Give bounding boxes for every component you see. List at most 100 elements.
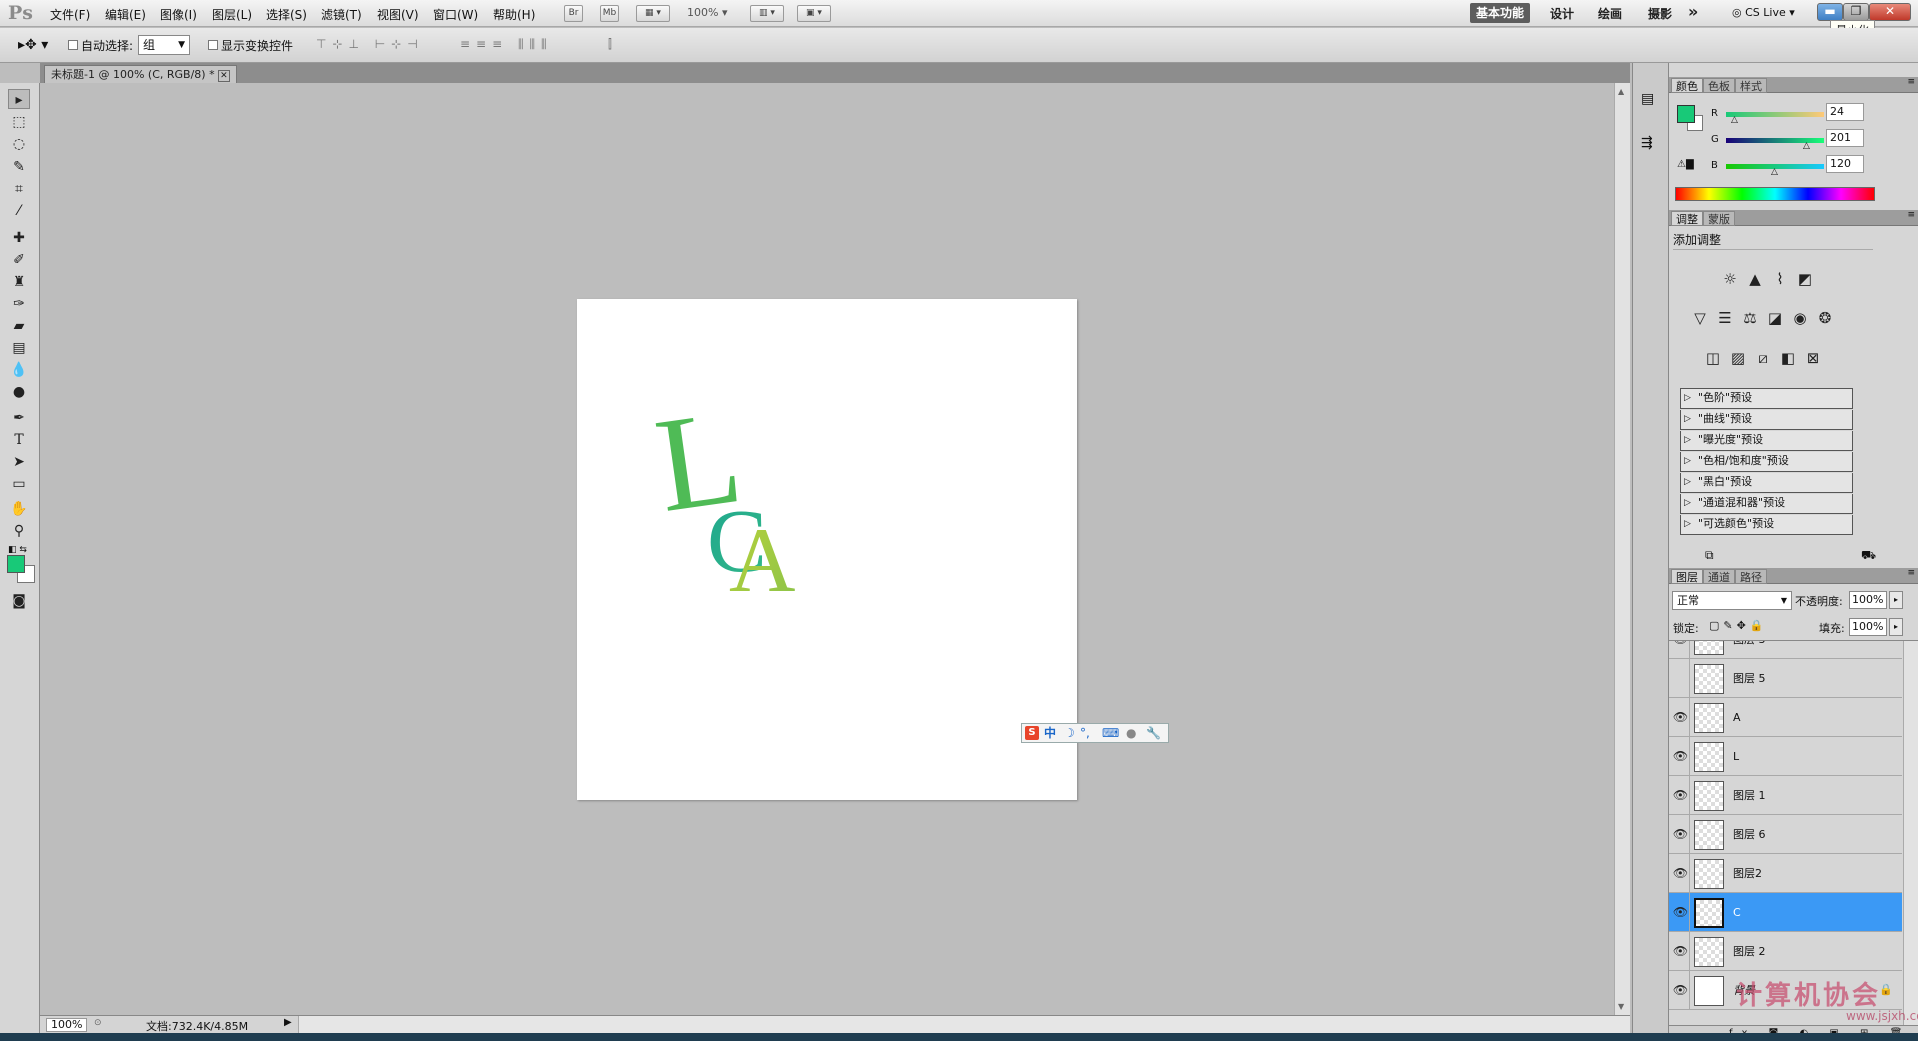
opacity-slider-button[interactable]: ▸ (1889, 591, 1903, 609)
preset-hue-saturation[interactable]: "色相/饱和度"预设 (1680, 452, 1853, 472)
hue-saturation-icon[interactable]: ☰ (1714, 307, 1736, 329)
show-transform-checkbox[interactable] (208, 40, 218, 50)
hand-tool-icon[interactable]: ✋ (8, 499, 30, 519)
fill-slider-button[interactable]: ▸ (1889, 618, 1903, 636)
arrange-documents-button[interactable]: ▥ ▾ (750, 5, 784, 22)
layer-row[interactable]: 👁 图层 3 (1669, 641, 1902, 659)
eraser-tool-icon[interactable]: ▰ (8, 316, 30, 336)
clone-stamp-tool-icon[interactable]: ♜ (8, 272, 30, 292)
curves-icon[interactable]: ⌇ (1769, 268, 1791, 290)
menu-layer[interactable]: 图层(L) (212, 6, 252, 23)
menu-edit[interactable]: 编辑(E) (105, 6, 146, 23)
menu-filter[interactable]: 滤镜(T) (321, 6, 362, 23)
default-colors-icon[interactable]: ◧ ⇆ (8, 545, 27, 555)
bridge-button[interactable]: Br (564, 5, 583, 22)
ime-keyboard-icon[interactable]: ⌨ (1102, 724, 1119, 742)
eye-icon-hidden[interactable] (1672, 659, 1690, 698)
path-select-tool-icon[interactable]: ➤ (8, 452, 30, 472)
panel-menu-icon[interactable]: ≡ (1907, 77, 1915, 87)
layer-row[interactable]: 👁 L (1669, 737, 1902, 776)
r-slider[interactable] (1726, 112, 1824, 117)
b-slider-handle[interactable]: △ (1771, 167, 1778, 177)
eye-icon[interactable]: 👁 (1672, 776, 1690, 815)
gradient-tool-icon[interactable]: ▤ (8, 338, 30, 358)
tab-masks[interactable]: 蒙版 (1703, 211, 1735, 226)
layer-row[interactable]: 👁 图层 2 (1669, 932, 1902, 971)
layer-row[interactable]: 👁 图层2 (1669, 854, 1902, 893)
threshold-icon[interactable]: ⧄ (1752, 347, 1774, 369)
restore-button[interactable]: ❐ (1843, 3, 1869, 21)
brush-tool-icon[interactable]: ✐ (8, 250, 30, 270)
close-tab-icon[interactable]: ✕ (218, 70, 230, 82)
minibridge-button[interactable]: Mb (600, 5, 619, 22)
eye-icon[interactable]: 👁 (1672, 815, 1690, 854)
gradient-map-icon[interactable]: ◧ (1777, 347, 1799, 369)
dodge-tool-icon[interactable]: ● (8, 382, 30, 402)
eye-icon[interactable]: 👁 (1672, 893, 1690, 932)
menu-select[interactable]: 选择(S) (266, 6, 307, 23)
tab-channels[interactable]: 通道 (1703, 569, 1735, 584)
quick-select-tool-icon[interactable]: ✎ (8, 157, 30, 177)
layer-row[interactable]: 👁 图层 1 (1669, 776, 1902, 815)
quick-mask-icon[interactable]: ◙ (8, 591, 30, 611)
auto-align-icon[interactable]: ⫿ (608, 37, 612, 52)
panel-menu-icon[interactable]: ≡ (1907, 210, 1915, 220)
preset-levels[interactable]: "色阶"预设 (1680, 389, 1853, 409)
distribute-buttons-group[interactable]: ≡≡≡ ⫼⫼⫼ (460, 37, 553, 52)
history-brush-tool-icon[interactable]: ✑ (8, 294, 30, 314)
menu-view[interactable]: 视图(V) (377, 6, 419, 23)
r-slider-handle[interactable]: △ (1731, 115, 1738, 125)
tab-layers[interactable]: 图层 (1671, 569, 1703, 584)
zoom-tool-icon[interactable]: ⚲ (8, 521, 30, 541)
eyedropper-tool-icon[interactable]: ⁄ (8, 201, 30, 221)
move-tool-preset-icon[interactable]: ▸✥ ▾ (18, 37, 48, 53)
lasso-tool-icon[interactable]: ◌ (8, 134, 30, 154)
preset-channel-mixer[interactable]: "通道混和器"预设 (1680, 494, 1853, 514)
auto-select-dropdown[interactable]: 组 ▼ (138, 35, 190, 55)
invert-icon[interactable]: ◫ (1702, 347, 1724, 369)
color-balance-icon[interactable]: ⚖ (1739, 307, 1761, 329)
actions-panel-icon[interactable]: ⇶ (1641, 135, 1653, 151)
posterize-icon[interactable]: ▨ (1727, 347, 1749, 369)
ime-toolbar[interactable]: S 中 ☽ °, ⌨ ● 🔧 (1021, 723, 1169, 743)
adjust-options-icon[interactable]: ⛟ (1861, 548, 1876, 564)
fill-input[interactable]: 100% (1849, 618, 1887, 636)
levels-icon[interactable]: ▲ (1744, 268, 1766, 290)
tab-adjustments[interactable]: 调整 (1671, 211, 1703, 226)
document-canvas[interactable]: L C A (577, 299, 1077, 800)
layer-row-selected[interactable]: 👁 C (1669, 893, 1902, 932)
brightness-icon[interactable]: ☼ (1719, 268, 1741, 290)
layer-row[interactable]: 图层 5 (1669, 659, 1902, 698)
eye-icon[interactable]: 👁 (1672, 641, 1690, 659)
layers-scrollbar[interactable] (1903, 641, 1918, 1025)
more-workspaces-button[interactable]: » (1688, 2, 1698, 21)
preset-selective-color[interactable]: "可选颜色"预设 (1680, 515, 1853, 535)
shape-tool-icon[interactable]: ▭ (8, 474, 30, 494)
workspace-photography[interactable]: 摄影 (1648, 5, 1672, 22)
move-tool-icon[interactable]: ▸ (8, 89, 30, 109)
panel-menu-icon[interactable]: ≡ (1907, 568, 1915, 578)
eye-icon[interactable]: 👁 (1672, 854, 1690, 893)
menu-help[interactable]: 帮助(H) (493, 6, 535, 23)
tab-color[interactable]: 颜色 (1671, 78, 1703, 93)
preset-curves[interactable]: "曲线"预设 (1680, 410, 1853, 430)
status-zoom[interactable]: 100% (46, 1018, 88, 1032)
history-panel-icon[interactable]: ▤ (1641, 91, 1654, 107)
g-value-input[interactable]: 201 (1826, 129, 1864, 147)
eye-icon[interactable]: 👁 (1672, 971, 1690, 1010)
healing-brush-tool-icon[interactable]: ✚ (8, 228, 30, 248)
document-tab[interactable]: 未标题-1 @ 100% (C, RGB/8) * ✕ (44, 65, 237, 83)
menu-image[interactable]: 图像(I) (160, 6, 197, 23)
r-value-input[interactable]: 24 (1826, 103, 1864, 121)
view-extras-button[interactable]: ▦ ▾ (636, 5, 670, 22)
scroll-down-icon[interactable]: ▼ (1618, 1002, 1624, 1011)
scroll-up-icon[interactable]: ▲ (1618, 87, 1624, 96)
status-options-icon[interactable]: ⊙ (94, 1018, 102, 1028)
type-tool-icon[interactable]: T (8, 430, 30, 450)
vertical-scrollbar[interactable]: ▲ ▼ (1614, 83, 1630, 1015)
crop-tool-icon[interactable]: ⌗ (8, 179, 30, 199)
tab-swatches[interactable]: 色板 (1703, 78, 1735, 93)
workspace-design[interactable]: 设计 (1550, 5, 1574, 22)
blend-mode-dropdown[interactable]: 正常 ▼ (1672, 591, 1792, 610)
vibrance-icon[interactable]: ▽ (1689, 307, 1711, 329)
